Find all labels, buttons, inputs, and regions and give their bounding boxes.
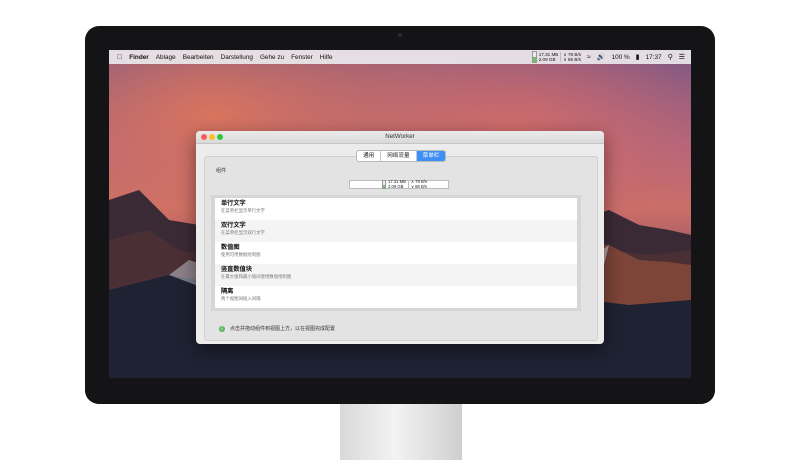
- component-title: 双行文字: [221, 222, 246, 229]
- monitor-bezel:  Finder Ablage Bearbeiten Darstellung G…: [85, 26, 715, 404]
- tab-menubar[interactable]: 菜单栏: [416, 151, 446, 161]
- menu-bearbeiten[interactable]: Bearbeiten: [183, 54, 214, 61]
- component-item-double-line-text[interactable]: 双行文字 在菜单栏显示双行文字: [215, 220, 577, 242]
- component-subtitle: 在最大值和最小值间使用数值绘制图: [221, 274, 292, 279]
- settings-panel: 组件 17.31 MB 2.09 GB ∧ 78 B/s ∨ 86 B/s 单行…: [204, 156, 598, 341]
- component-item-single-line-text[interactable]: 单行文字 在菜单栏显示单行文字: [215, 198, 577, 220]
- menu-gehe-zu[interactable]: Gehe zu: [260, 54, 284, 61]
- menu-darstellung[interactable]: Darstellung: [221, 54, 253, 61]
- tab-network-traffic[interactable]: 网络流量: [381, 151, 417, 161]
- menu-app-name[interactable]: Finder: [129, 54, 149, 61]
- components-list[interactable]: 单行文字 在菜单栏显示单行文字 双行文字 在菜单栏显示双行文字 数值图 使用可用…: [215, 198, 577, 308]
- networker-window: NetWorker 组件 17.31 MB 2.09 GB ∧ 78 B/s ∨…: [196, 131, 604, 344]
- component-title: 隔离: [221, 288, 234, 295]
- menu-fenster[interactable]: Fenster: [291, 54, 313, 61]
- tab-bar: 通用 网络流量 菜单栏: [356, 150, 447, 162]
- drag-hint: i 点击并拖动组件到视图上方，以在视图完成配置: [219, 325, 335, 332]
- networker-status-item[interactable]: 17.31 MB 2.09 GB ∧ 78 B/s ∨ 86 B/s: [531, 51, 582, 63]
- battery-icon[interactable]: ▮: [636, 53, 640, 61]
- component-subtitle: 在菜单栏显示双行文字: [221, 230, 265, 235]
- menu-bar:  Finder Ablage Bearbeiten Darstellung G…: [109, 50, 691, 64]
- component-title: 数值图: [221, 244, 240, 251]
- component-item-separator[interactable]: 隔离 两个视图间插入间隔: [215, 286, 577, 308]
- camera-dot: [398, 33, 402, 37]
- memory-free: 2.09 GB: [538, 57, 556, 62]
- preview-memory-bar-icon: [382, 180, 386, 189]
- menu-hilfe[interactable]: Hilfe: [320, 54, 333, 61]
- status-separator: [560, 52, 562, 62]
- monitor-chin: [85, 382, 715, 404]
- component-subtitle: 在菜单栏显示单行文字: [221, 208, 265, 213]
- component-title: 单行文字: [221, 200, 246, 207]
- menubar-preview[interactable]: 17.31 MB 2.09 GB ∧ 78 B/s ∨ 86 B/s: [349, 179, 449, 189]
- tab-general[interactable]: 通用: [357, 151, 382, 161]
- desktop-screen:  Finder Ablage Bearbeiten Darstellung G…: [109, 50, 691, 378]
- info-icon: i: [219, 325, 225, 332]
- menu-ablage[interactable]: Ablage: [156, 54, 176, 61]
- battery-status[interactable]: 100 %: [612, 54, 630, 61]
- component-subtitle: 使用可用数据绘制图: [221, 252, 261, 257]
- component-subtitle: 两个视图间插入间隔: [221, 296, 261, 301]
- window-titlebar[interactable]: NetWorker: [196, 131, 604, 144]
- spotlight-search-icon[interactable]: ⚲: [668, 53, 673, 61]
- apple-menu-icon[interactable]: : [117, 54, 122, 61]
- wifi-icon[interactable]: ≈: [587, 54, 591, 61]
- drag-hint-text: 点击并拖动组件到视图上方，以在视图完成配置: [230, 326, 336, 332]
- memory-bar-icon: [531, 51, 537, 63]
- monitor-stand: [340, 404, 462, 460]
- volume-icon[interactable]: 🔊: [597, 53, 606, 61]
- component-title: 竖直数值块: [221, 266, 252, 273]
- preview-net-download: ∨ 86 B/s: [410, 183, 428, 189]
- component-item-graph[interactable]: 数值图 使用可用数据绘制图: [215, 242, 577, 264]
- preview-separator: [407, 181, 409, 188]
- preview-memory-free: 2.09 GB: [388, 183, 404, 189]
- components-list-container: 单行文字 在菜单栏显示单行文字 双行文字 在菜单栏显示双行文字 数值图 使用可用…: [211, 195, 581, 311]
- notification-center-icon[interactable]: ☰: [679, 53, 685, 61]
- section-label-components: 组件: [216, 168, 227, 174]
- window-title: NetWorker: [385, 133, 415, 140]
- net-download: ∨ 86 B/s: [563, 57, 582, 62]
- component-item-vertical-value-block[interactable]: 竖直数值块 在最大值和最小值间使用数值绘制图: [215, 264, 577, 286]
- clock[interactable]: 17:37: [646, 54, 662, 61]
